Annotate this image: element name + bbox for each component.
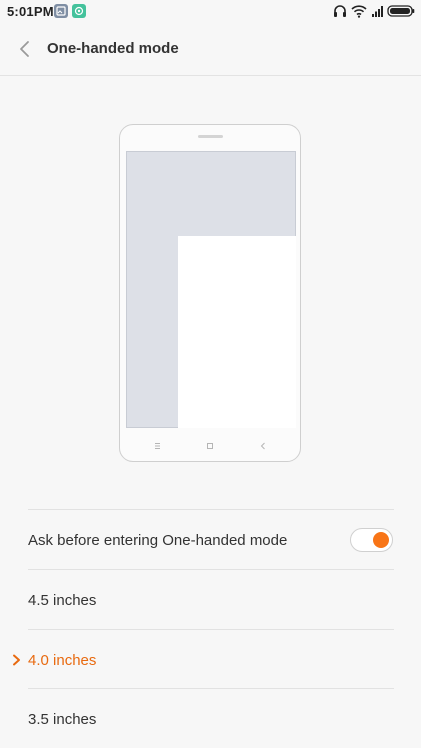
wifi-icon (351, 5, 367, 18)
chevron-left-icon (20, 41, 29, 57)
headphones-icon (334, 5, 346, 17)
home-key-icon (207, 443, 213, 449)
status-time: 5:01PM (7, 4, 54, 19)
size-option-4-5[interactable]: 4.5 inches (0, 570, 421, 629)
menu-key-icon (155, 443, 160, 449)
phone-screen-reduced (178, 236, 296, 428)
phone-nav-keys (120, 441, 299, 453)
size-option-label-selected: 4.0 inches (28, 652, 97, 669)
app-header: One-handed mode (0, 24, 421, 76)
signal-icon (372, 6, 383, 17)
gallery-app-icon (54, 4, 68, 18)
size-option-label: 4.5 inches (28, 592, 97, 609)
back-key-icon (260, 442, 265, 450)
ask-before-toggle[interactable] (350, 528, 393, 552)
ask-before-label: Ask before entering One-handed mode (28, 532, 288, 549)
phone-speaker (198, 135, 223, 138)
size-option-4-0[interactable]: 4.0 inches (0, 630, 421, 689)
selected-chevron-icon (13, 654, 20, 666)
wechat-app-icon (72, 4, 86, 18)
one-handed-mode-illustration (119, 124, 301, 462)
size-option-label: 3.5 inches (28, 711, 97, 728)
status-bar: 5:01PM (0, 0, 421, 24)
phone-screen-full (126, 151, 296, 428)
back-button[interactable] (12, 36, 38, 62)
battery-icon (387, 5, 415, 17)
toggle-knob (373, 532, 389, 548)
page-title: One-handed mode (47, 40, 179, 57)
size-option-3-5[interactable]: 3.5 inches (0, 689, 421, 748)
